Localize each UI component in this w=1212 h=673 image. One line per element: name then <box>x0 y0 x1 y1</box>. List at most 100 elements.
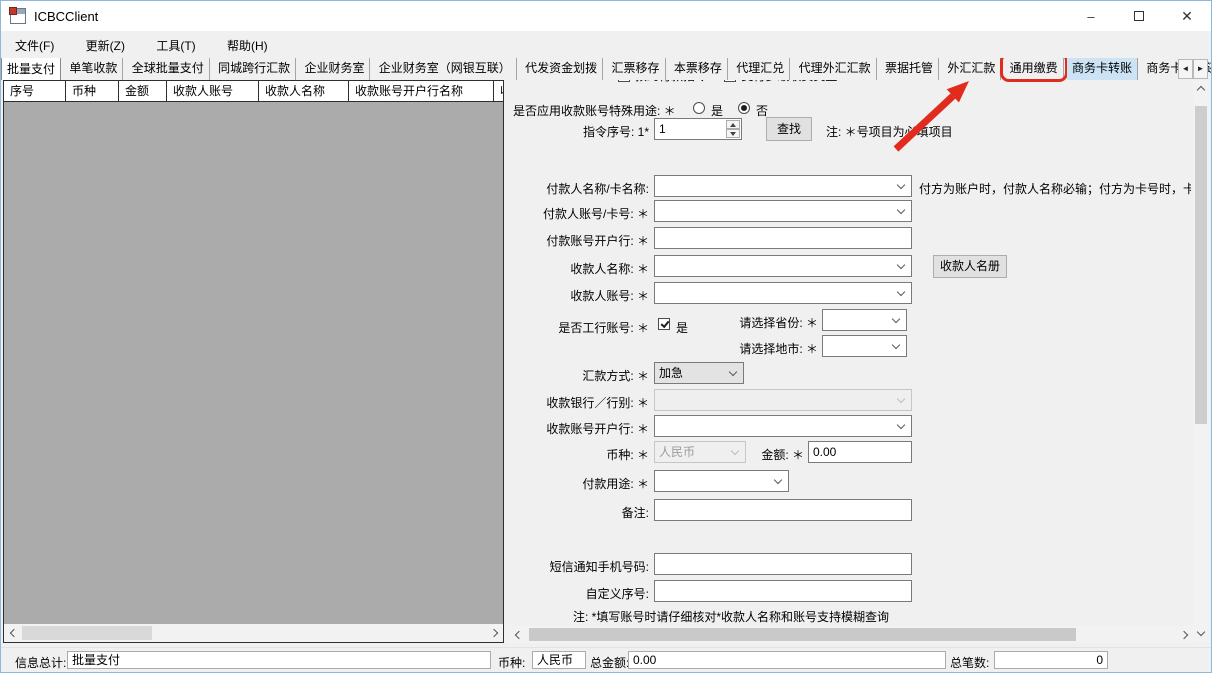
is-icbc-yes-label: 是 <box>676 319 688 336</box>
remit-mode-label: 汇款方式: ＊ <box>509 367 649 384</box>
status-bar: 信息总计: 批量支付 币种: 人民币 总金额: 0.00 总笔数: 0 <box>1 647 1211 672</box>
chevron-down-icon <box>897 181 905 189</box>
maximize-button[interactable] <box>1115 1 1163 31</box>
grid-body-empty <box>4 102 503 624</box>
tab-intercity-interbank-remit[interactable]: 同城跨行汇款 <box>213 58 296 80</box>
title-bar: ICBCClient – ✕ <box>1 1 1211 31</box>
col-payee-name[interactable]: 收款人名称 <box>259 81 349 101</box>
payee-account-label: 收款人账号: ＊ <box>509 287 649 304</box>
is-icbc-label: 是否工行账号: ＊ <box>509 319 649 336</box>
required-note: 注: ＊号项目为必填项目 <box>826 123 953 140</box>
form-hscrollbar <box>509 626 1193 643</box>
remark-input[interactable] <box>654 499 912 521</box>
menu-tools[interactable]: 工具(T) <box>142 31 209 60</box>
tab-agency-forex-remit[interactable]: 代理外汇汇款 <box>794 58 877 80</box>
tab-strip: 批量支付 单笔收款 全球批量支付 同城跨行汇款 企业财务室 企业财务室（网银互联… <box>1 58 1179 80</box>
menu-update[interactable]: 更新(Z) <box>72 31 139 60</box>
chevron-down-icon <box>897 261 905 269</box>
spinner-up-icon[interactable] <box>726 120 740 129</box>
tab-bill-custody[interactable]: 票据托管 <box>880 58 939 80</box>
account-check-note: 注: *填写账号时请仔细核对*收款人名称和账号支持模糊查询 <box>573 608 889 625</box>
tab-corporate-finance-room-netlink[interactable]: 企业财务室（网银互联） <box>374 58 517 80</box>
custom-seq-label: 自定义序号: <box>509 585 649 602</box>
chevron-down-icon <box>892 315 900 323</box>
payee-name-combo[interactable] <box>654 255 912 277</box>
status-currency-label: 币种: <box>498 654 525 671</box>
remit-mode-combo[interactable]: 加急 <box>654 362 744 384</box>
tab-single-collection[interactable]: 单笔收款 <box>64 58 123 80</box>
chevron-down-icon <box>897 288 905 296</box>
spinner-down-icon[interactable] <box>726 129 740 138</box>
tab-agency-fund-transfer[interactable]: 代发资金划拨 <box>520 58 603 80</box>
minimize-button[interactable]: – <box>1067 1 1115 31</box>
payee-account-combo[interactable] <box>654 282 912 304</box>
custom-seq-input[interactable] <box>654 580 912 602</box>
bank-type-label: 收款银行／行别: ＊ <box>509 394 649 411</box>
payee-bank-combo[interactable] <box>654 415 912 437</box>
tab-scroll-right-icon[interactable]: ► <box>1193 59 1208 79</box>
tab-corporate-finance-room[interactable]: 企业财务室 <box>299 58 370 80</box>
payer-account-combo[interactable] <box>654 200 912 222</box>
chevron-down-icon <box>897 206 905 214</box>
is-icbc-checkbox[interactable] <box>658 318 670 330</box>
special-use-label: 是否应用收款账号特殊用途: ＊ <box>513 102 676 119</box>
payer-bank-input[interactable] <box>654 227 912 249</box>
special-use-yes-label: 是 <box>711 102 723 119</box>
window-title: ICBCClient <box>34 9 98 24</box>
vscroll-thumb[interactable] <box>1195 106 1207 424</box>
instruction-seq-spinner[interactable]: 1 <box>654 118 742 140</box>
tab-forex-remit[interactable]: 外汇汇款 <box>942 58 1001 80</box>
special-use-no-radio[interactable] <box>738 102 750 114</box>
menu-help[interactable]: 帮助(H) <box>213 31 282 60</box>
maximize-icon <box>1134 11 1144 21</box>
city-label: 请选择地市: ＊ <box>736 340 818 357</box>
tab-draft-deposit[interactable]: 汇票移存 <box>607 58 666 80</box>
menu-file[interactable]: 文件(F) <box>1 31 68 60</box>
special-use-yes-radio[interactable] <box>693 102 705 114</box>
tab-global-batch-payment[interactable]: 全球批量支付 <box>127 58 210 80</box>
payer-name-combo[interactable] <box>654 175 912 197</box>
total-count-label: 总笔数: <box>950 654 989 671</box>
amount-input[interactable]: 0.00 <box>808 441 912 463</box>
tab-business-card-transfer[interactable]: 商务卡转账 <box>1067 58 1138 80</box>
col-currency[interactable]: 币种 <box>66 81 119 101</box>
col-seq[interactable]: 序号 <box>4 81 66 101</box>
info-total-field: 批量支付 <box>67 651 491 669</box>
annotation-arrow <box>851 71 1021 166</box>
tab-cashier-check-deposit[interactable]: 本票移存 <box>669 58 728 80</box>
app-icon <box>10 8 26 24</box>
city-combo[interactable] <box>822 335 907 357</box>
app-window: ICBCClient – ✕ 文件(F) 更新(Z) 工具(T) 帮助(H) 预… <box>0 0 1212 673</box>
vscroll-up-icon[interactable] <box>1193 80 1209 97</box>
remark-label: 备注: <box>509 504 649 521</box>
form-scroll-left-icon[interactable] <box>509 626 526 643</box>
chevron-down-icon <box>892 341 900 349</box>
province-combo[interactable] <box>822 309 907 331</box>
instruction-seq-label: 指令序号: 1* <box>509 123 649 140</box>
col-amount[interactable]: 金额 <box>119 81 167 101</box>
chevron-down-icon <box>729 368 737 376</box>
payee-book-button[interactable]: 收款人名册 <box>933 255 1007 278</box>
payer-hint-note: 付方为账户时，付款人名称必输；付方为卡号时，卡 <box>919 180 1191 197</box>
total-amount-label: 总金额: <box>590 654 629 671</box>
total-amount-field: 0.00 <box>628 651 946 669</box>
grid-scroll-right-icon[interactable] <box>486 624 503 642</box>
total-count-field: 0 <box>994 651 1108 669</box>
vscroll-down-icon[interactable] <box>1193 625 1209 642</box>
tab-agency-exchange[interactable]: 代理汇兑 <box>731 58 790 80</box>
form-scroll-right-icon[interactable] <box>1176 626 1193 643</box>
sms-phone-input[interactable] <box>654 553 912 575</box>
form-hscroll-thumb[interactable] <box>529 628 1076 641</box>
find-button[interactable]: 查找 <box>766 117 812 141</box>
purpose-combo[interactable] <box>654 470 789 492</box>
grid-hscroll-thumb[interactable] <box>22 626 152 640</box>
col-payee-account[interactable]: 收款人账号 <box>167 81 259 101</box>
close-button[interactable]: ✕ <box>1163 1 1211 31</box>
tab-general-payment[interactable]: 通用缴费 <box>1005 58 1064 80</box>
tab-scroll-left-icon[interactable]: ◄ <box>1178 59 1193 79</box>
chevron-down-icon <box>897 421 905 429</box>
tab-batch-payment[interactable]: 批量支付 <box>1 57 61 80</box>
grid-scroll-left-icon[interactable] <box>4 624 21 642</box>
col-payee-bank-name[interactable]: 收款账号开户行名称 <box>349 81 494 101</box>
col-clipped[interactable]: 收 <box>494 81 503 101</box>
